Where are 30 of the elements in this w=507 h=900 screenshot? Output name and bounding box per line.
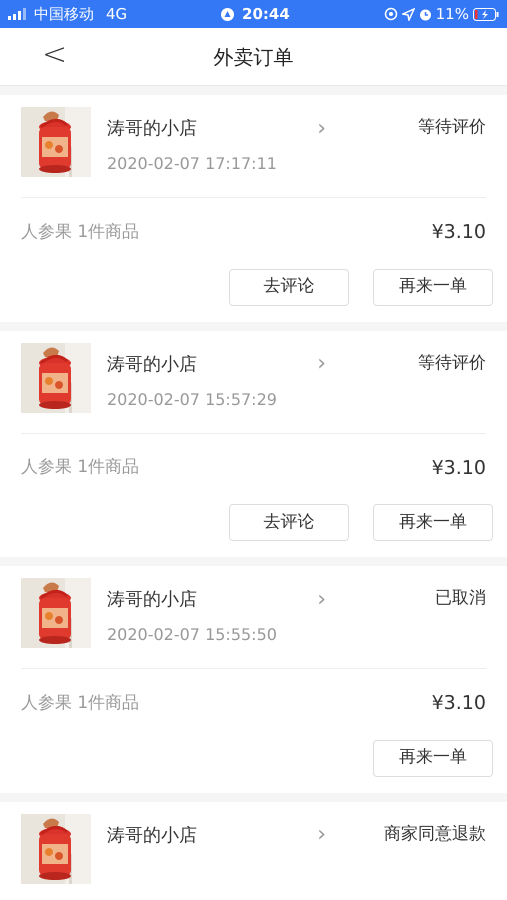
battery-percent: 11%: [436, 4, 469, 25]
carrier-text: 中国移动: [34, 4, 94, 25]
order-price: ¥3.10: [432, 220, 486, 245]
order-action-button[interactable]: 再来一单: [373, 504, 493, 541]
shop-name[interactable]: 涛哥的小店: [107, 586, 197, 613]
order-status: 商家同意退款: [383, 822, 486, 846]
back-button[interactable]: <: [38, 40, 72, 70]
order-date: 2020-02-07 15:55:50: [107, 624, 278, 646]
page-title: 外卖订单: [214, 44, 294, 68]
shop-name[interactable]: 涛哥的小店: [107, 350, 197, 378]
shop-name[interactable]: 涛哥的小店: [107, 115, 197, 142]
order-action-button[interactable]: 去评论: [229, 504, 349, 541]
battery-icon: [472, 8, 499, 20]
goods-summary: 人参果 1件商品: [21, 692, 140, 714]
network-text: 4G: [106, 4, 128, 25]
order-status: 等待评价: [417, 116, 486, 139]
location-icon: [402, 8, 415, 20]
order-action-button[interactable]: 再来一单: [373, 740, 493, 776]
time-text: 20:44: [242, 4, 290, 25]
goods-summary: 人参果 1件商品: [21, 220, 140, 244]
order-status: 已取消: [434, 587, 486, 610]
order-price: ¥3.10: [432, 456, 486, 480]
goods-summary: 人参果 1件商品: [21, 456, 140, 479]
order-action-button[interactable]: 去评论: [229, 268, 349, 306]
shop-name[interactable]: 涛哥的小店: [107, 822, 197, 848]
order-action-button[interactable]: 再来一单: [373, 268, 493, 306]
order-status: 等待评价: [417, 352, 486, 374]
order-date: 2020-02-07 17:17:11: [107, 153, 278, 175]
order-price: ¥3.10: [432, 691, 486, 716]
order-date: 2020-02-07 15:57:29: [107, 388, 278, 410]
